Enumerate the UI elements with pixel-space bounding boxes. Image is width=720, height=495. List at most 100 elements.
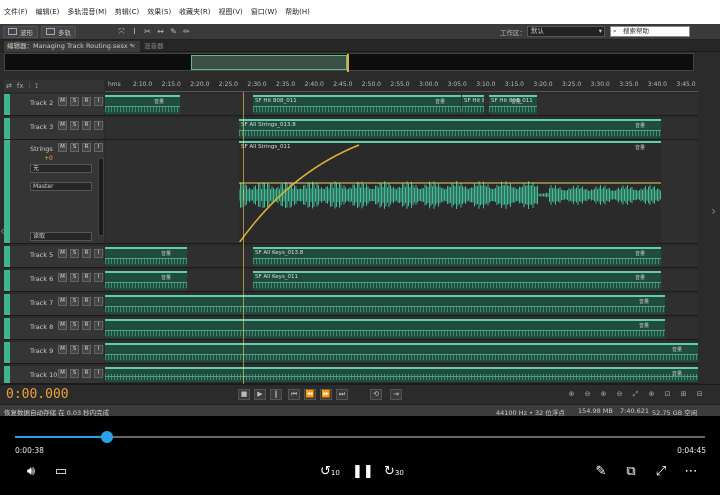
track-header[interactable]: Track 8 MSRI	[4, 318, 104, 339]
track-i-button[interactable]: I	[94, 345, 103, 354]
zoom-out-amplitude-icon[interactable]: ⊖	[582, 390, 593, 400]
fast-forward-icon[interactable]: ⏩	[320, 389, 332, 400]
menu-item[interactable]: 文件(F)	[4, 7, 28, 17]
track-name[interactable]: Track 8	[30, 323, 53, 331]
menu-item[interactable]: 编辑(E)	[36, 7, 60, 17]
help-search-input[interactable]: ⌕ 搜索帮助	[610, 26, 690, 37]
meter-icon[interactable]: ⫶	[28, 82, 30, 91]
play-icon[interactable]: ▶	[254, 389, 266, 400]
go-to-start-icon[interactable]: ⏮	[288, 389, 300, 400]
audio-clip[interactable]: 音量	[105, 343, 698, 362]
track-i-button[interactable]: I	[94, 369, 103, 378]
track-lane[interactable]: SF All Strings_011 音量	[105, 140, 698, 243]
track-i-button[interactable]: I	[94, 273, 103, 282]
audio-clip[interactable]: 音量	[105, 319, 665, 338]
track-r-button[interactable]: R	[82, 249, 91, 258]
track-s-button[interactable]: S	[70, 97, 79, 106]
track-lane[interactable]: 音量	[105, 318, 698, 339]
track-m-button[interactable]: M	[58, 97, 67, 106]
seek-handle[interactable]	[101, 431, 114, 443]
skip-forward-button[interactable]: ↻30	[384, 464, 404, 479]
zoom-tracks-out-icon[interactable]: ⊟	[694, 390, 705, 400]
track-r-button[interactable]: R	[82, 273, 91, 282]
track-header[interactable]: Track 9 MSRI	[4, 342, 104, 363]
track-name[interactable]: Track 5	[30, 251, 53, 259]
track-lane[interactable]: 音量	[105, 366, 698, 383]
track-header[interactable]: Track 3 MSRI	[4, 118, 104, 139]
menu-item[interactable]: 多轨混音(M)	[67, 7, 107, 17]
track-m-button[interactable]: M	[58, 369, 67, 378]
track-header[interactable]: Strings M S R I 无 Master 读取 +0	[4, 140, 104, 243]
track-i-button[interactable]: I	[94, 297, 103, 306]
track-s-button[interactable]: S	[70, 297, 79, 306]
track-name[interactable]: Track 10	[30, 371, 57, 379]
track-r-button[interactable]: R	[82, 321, 91, 330]
tab-editor[interactable]: 编辑器：Managing Track Routing.sesx * ×	[4, 41, 140, 52]
track-read-dropdown[interactable]: 读取	[30, 232, 92, 241]
audio-clip[interactable]: SF Hit 808_011	[462, 95, 484, 114]
track-name[interactable]: Track 9	[30, 347, 53, 355]
rewind-icon[interactable]: ⏪	[304, 389, 316, 400]
track-header[interactable]: Track 2 MSRI	[4, 94, 104, 115]
track-input-dropdown[interactable]: 无	[30, 164, 92, 173]
session-overview[interactable]	[4, 53, 694, 72]
multitrack-view-button[interactable]: 多轨	[41, 25, 76, 38]
tab-mixer[interactable]: 混音器	[144, 41, 164, 52]
menu-item[interactable]: 视图(V)	[219, 7, 243, 17]
overview-visible-range[interactable]	[191, 55, 347, 70]
track-m-button[interactable]: M	[58, 143, 67, 152]
track-lane[interactable]: SF All Strings_013.8 音量	[105, 118, 698, 139]
panel-left-arrow-icon[interactable]: ‹	[0, 224, 10, 244]
track-r-button[interactable]: R	[82, 369, 91, 378]
pencil-tool-icon[interactable]: ✏	[181, 26, 192, 37]
track-name[interactable]: Track 2	[30, 99, 53, 107]
go-to-end-icon[interactable]: ⏭	[336, 389, 348, 400]
audio-clip[interactable]: SF All Strings_013.8 音量	[239, 119, 661, 138]
track-m-button[interactable]: M	[58, 121, 67, 130]
track-i-button[interactable]: I	[94, 97, 103, 106]
track-i-button[interactable]: I	[94, 321, 103, 330]
track-s-button[interactable]: S	[70, 121, 79, 130]
zoom-in-amplitude-icon[interactable]: ⊕	[566, 390, 577, 400]
audio-clip[interactable]: 音量	[105, 367, 698, 382]
audio-clip[interactable]: 音量	[105, 247, 187, 266]
close-icon[interactable]: ×	[131, 41, 136, 52]
brush-tool-icon[interactable]: ✎	[168, 26, 179, 37]
audio-clip[interactable]: 音量	[105, 295, 665, 314]
track-s-button[interactable]: S	[70, 345, 79, 354]
track-lane[interactable]: 音量 SF All Keys_011 音量	[105, 270, 698, 291]
track-s-button[interactable]: S	[70, 369, 79, 378]
track-header[interactable]: Track 10 M S R I	[4, 366, 104, 383]
seek-bar[interactable]	[15, 436, 705, 438]
track-r-button[interactable]: R	[82, 121, 91, 130]
slip-tool-icon[interactable]: ↔	[155, 26, 166, 37]
track-s-button[interactable]: S	[70, 321, 79, 330]
audio-clip[interactable]: SF All Keys_011 音量	[253, 271, 661, 290]
audio-clip[interactable]: SF Hit 808_011 音量	[253, 95, 461, 114]
menu-item[interactable]: 帮助(H)	[285, 7, 310, 17]
more-options-icon[interactable]: ⋯	[682, 464, 700, 479]
menu-item[interactable]: 剪辑(C)	[115, 7, 139, 17]
track-lane[interactable]: 音量	[105, 294, 698, 315]
track-s-button[interactable]: S	[70, 249, 79, 258]
track-m-button[interactable]: M	[58, 345, 67, 354]
panel-right-arrow-icon[interactable]: ›	[711, 204, 716, 218]
volume-icon[interactable]: 🔊︎	[22, 464, 40, 479]
track-name[interactable]: Track 7	[30, 299, 53, 307]
track-i-button[interactable]: I	[94, 121, 103, 130]
track-lane[interactable]: 音量	[105, 342, 698, 363]
audio-clip[interactable]: 音量	[105, 271, 187, 290]
audio-clip[interactable]: SF All Keys_013.8 音量	[253, 247, 661, 266]
track-name[interactable]: Strings	[30, 145, 53, 153]
pause-icon[interactable]: ‖	[270, 389, 282, 400]
track-r-button[interactable]: R	[82, 97, 91, 106]
track-m-button[interactable]: M	[58, 321, 67, 330]
track-output-dropdown[interactable]: Master	[30, 182, 92, 191]
playhead[interactable]	[243, 92, 244, 404]
audio-clip[interactable]: SF Hit 808_011 音量	[489, 95, 537, 114]
edit-icon[interactable]: ✎	[592, 464, 610, 479]
track-header[interactable]: Track 5 MSRI	[4, 246, 104, 267]
zoom-in-point-icon[interactable]: ⊕	[646, 390, 657, 400]
track-volume-value[interactable]: +0	[44, 155, 53, 162]
track-i-button[interactable]: I	[94, 143, 103, 152]
